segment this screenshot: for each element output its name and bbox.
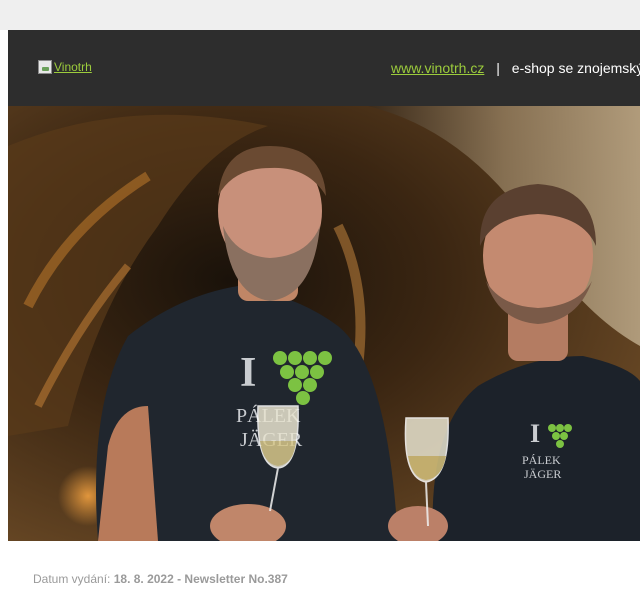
tagline-text: e-shop se znojemský: [511, 60, 640, 76]
issue-label: Datum vydání:: [33, 572, 111, 586]
top-strip: [0, 0, 640, 30]
issue-value: 18. 8. 2022 - Newsletter No.387: [113, 572, 288, 586]
logo-link[interactable]: Vinotrh: [38, 60, 92, 74]
nav-separator: |: [496, 60, 500, 76]
svg-text:I: I: [530, 419, 540, 448]
header-nav: www.vinotrh.cz | e-shop se znojemský: [391, 60, 640, 76]
shirt-text-right-2: JÄGER: [524, 467, 561, 481]
svg-text:I: I: [240, 350, 256, 396]
broken-image-icon: [38, 60, 52, 74]
logo-alt-text: Vinotrh: [54, 60, 92, 74]
issue-info: Datum vydání: 18. 8. 2022 - Newsletter N…: [33, 572, 288, 586]
shirt-text-right-1: PÁLEK: [522, 453, 561, 467]
hero-photo[interactable]: I PÁLEK JÄGER I: [8, 106, 640, 541]
site-link[interactable]: www.vinotrh.cz: [391, 60, 484, 76]
hero-illustration: I PÁLEK JÄGER I: [8, 106, 640, 541]
newsletter-header: Vinotrh www.vinotrh.cz | e-shop se znoje…: [8, 30, 640, 106]
